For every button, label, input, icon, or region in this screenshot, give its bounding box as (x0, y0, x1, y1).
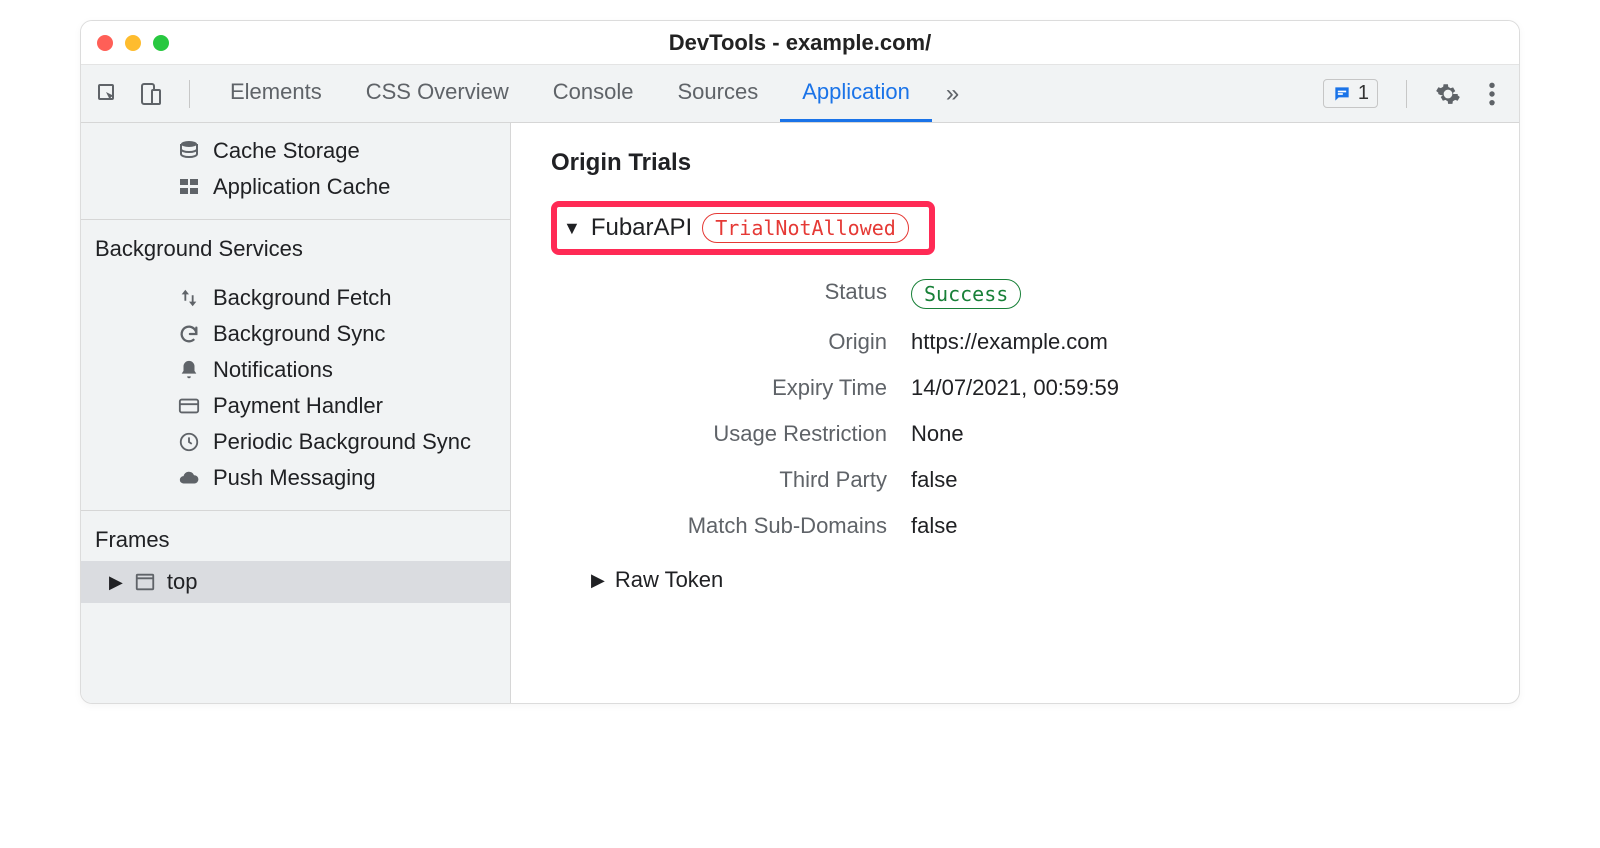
sidebar-item-label: Application Cache (213, 174, 390, 200)
tab-label: CSS Overview (366, 79, 509, 105)
bell-icon (177, 358, 201, 382)
tab-console[interactable]: Console (531, 65, 656, 122)
close-icon[interactable] (97, 35, 113, 51)
tab-application[interactable]: Application (780, 65, 932, 122)
detail-value-usage: None (911, 421, 1479, 447)
issues-count: 1 (1358, 82, 1369, 105)
sidebar-item-label: Push Messaging (213, 465, 376, 491)
detail-label-third-party: Third Party (587, 467, 887, 493)
devtools-window: DevTools - example.com/ Elements CSS Ove… (80, 20, 1520, 704)
toolbar-right: 1 (1323, 79, 1505, 108)
tab-sources[interactable]: Sources (655, 65, 780, 122)
detail-value-expiry: 14/07/2021, 00:59:59 (911, 375, 1479, 401)
detail-label-expiry: Expiry Time (587, 375, 887, 401)
trial-row-highlight: ▼ FubarAPI TrialNotAllowed (551, 201, 935, 255)
more-button[interactable] (1479, 81, 1505, 107)
divider (81, 219, 510, 220)
detail-label-status: Status (587, 279, 887, 309)
trial-details: Status Success Origin https://example.co… (587, 279, 1479, 539)
sidebar-item-push-messaging[interactable]: Push Messaging (81, 460, 510, 496)
issues-button[interactable]: 1 (1323, 79, 1378, 108)
divider (1406, 80, 1407, 108)
updown-icon (177, 286, 201, 310)
detail-label-match-subdomains: Match Sub-Domains (587, 513, 887, 539)
settings-button[interactable] (1435, 81, 1461, 107)
clock-icon (177, 430, 201, 454)
grid-icon (177, 175, 201, 199)
sidebar-item-label: Periodic Background Sync (213, 429, 471, 455)
tabs-overflow-button[interactable]: » (932, 65, 973, 122)
titlebar: DevTools - example.com/ (81, 21, 1519, 65)
panel-tabs: Elements CSS Overview Console Sources Ap… (208, 65, 973, 122)
detail-value-origin: https://example.com (911, 329, 1479, 355)
tab-label: Console (553, 79, 634, 105)
sidebar-item-label: Background Fetch (213, 285, 392, 311)
toolbar: Elements CSS Overview Console Sources Ap… (81, 65, 1519, 123)
sync-icon (177, 322, 201, 346)
chat-icon (1332, 84, 1352, 104)
window-icon (133, 570, 157, 594)
sidebar-header-background-services: Background Services (81, 226, 510, 270)
divider (189, 80, 190, 108)
sidebar-item-notifications[interactable]: Notifications (81, 352, 510, 388)
cloud-icon (177, 466, 201, 490)
chevron-down-icon[interactable]: ▼ (563, 218, 581, 239)
sidebar-item-application-cache[interactable]: Application Cache (81, 169, 510, 205)
status-badge-error: TrialNotAllowed (702, 213, 909, 243)
sidebar-item-label: Payment Handler (213, 393, 383, 419)
zoom-icon[interactable] (153, 35, 169, 51)
device-toggle-icon[interactable] (137, 81, 163, 107)
chevron-right-icon: ▶ (109, 572, 123, 593)
chevron-right-icon: ▶ (591, 570, 605, 591)
sidebar-section-bg: Background Fetch Background Sync Notific… (81, 270, 510, 504)
sidebar-item-background-sync[interactable]: Background Sync (81, 316, 510, 352)
sidebar-header-frames: Frames (81, 517, 510, 561)
database-icon (177, 139, 201, 163)
sidebar-section-cache: Cache Storage Application Cache (81, 123, 510, 213)
tab-css-overview[interactable]: CSS Overview (344, 65, 531, 122)
sidebar-item-label: Cache Storage (213, 138, 360, 164)
divider (81, 510, 510, 511)
detail-label-usage: Usage Restriction (587, 421, 887, 447)
detail-value-third-party: false (911, 467, 1479, 493)
detail-label-origin: Origin (587, 329, 887, 355)
main-panel: Origin Trials ▼ FubarAPI TrialNotAllowed… (511, 123, 1519, 703)
detail-value-status: Success (911, 279, 1479, 309)
body: Cache Storage Application Cache Backgrou… (81, 123, 1519, 703)
detail-value-match-subdomains: false (911, 513, 1479, 539)
chevron-double-right-icon: » (946, 80, 959, 108)
sidebar-item-frame-top[interactable]: ▶ top (81, 561, 510, 603)
sidebar-item-payment-handler[interactable]: Payment Handler (81, 388, 510, 424)
frame-label: top (167, 569, 198, 595)
tab-label: Application (802, 79, 910, 105)
sidebar: Cache Storage Application Cache Backgrou… (81, 123, 511, 703)
raw-token-row[interactable]: ▶ Raw Token (591, 567, 1479, 593)
tab-label: Elements (230, 79, 322, 105)
minimize-icon[interactable] (125, 35, 141, 51)
tab-label: Sources (677, 79, 758, 105)
card-icon (177, 394, 201, 418)
sidebar-item-background-fetch[interactable]: Background Fetch (81, 280, 510, 316)
panel-heading: Origin Trials (551, 149, 1479, 177)
status-badge-success: Success (911, 279, 1021, 309)
toolbar-left (95, 80, 200, 108)
window-controls (97, 35, 169, 51)
sidebar-item-periodic-sync[interactable]: Periodic Background Sync (81, 424, 510, 460)
inspect-icon[interactable] (95, 81, 121, 107)
window-title: DevTools - example.com/ (669, 30, 931, 56)
sidebar-item-cache-storage[interactable]: Cache Storage (81, 133, 510, 169)
sidebar-item-label: Notifications (213, 357, 333, 383)
trial-name: FubarAPI (591, 214, 692, 242)
raw-token-label: Raw Token (615, 567, 723, 593)
sidebar-item-label: Background Sync (213, 321, 385, 347)
tab-elements[interactable]: Elements (208, 65, 344, 122)
